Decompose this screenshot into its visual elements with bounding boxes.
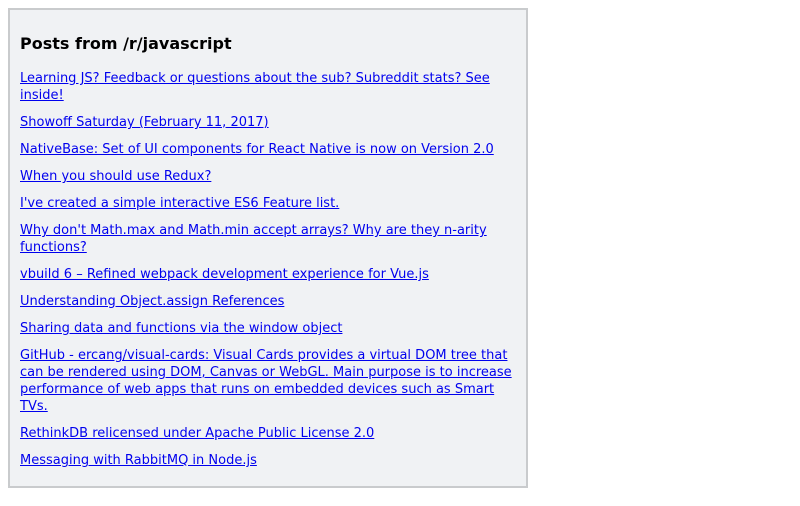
post-link[interactable]: Learning JS? Feedback or questions about…: [20, 71, 490, 103]
list-item: Understanding Object.assign References: [20, 293, 516, 310]
post-link[interactable]: GitHub - ercang/visual-cards: Visual Car…: [20, 348, 512, 414]
list-item: NativeBase: Set of UI components for Rea…: [20, 141, 516, 158]
post-link[interactable]: Showoff Saturday (February 11, 2017): [20, 115, 269, 130]
list-item: When you should use Redux?: [20, 168, 516, 185]
list-item: RethinkDB relicensed under Apache Public…: [20, 425, 516, 442]
list-item: Learning JS? Feedback or questions about…: [20, 70, 516, 104]
post-link[interactable]: Understanding Object.assign References: [20, 294, 284, 309]
post-link[interactable]: When you should use Redux?: [20, 169, 211, 184]
post-link[interactable]: Sharing data and functions via the windo…: [20, 321, 342, 336]
list-item: GitHub - ercang/visual-cards: Visual Car…: [20, 347, 516, 415]
post-list: Learning JS? Feedback or questions about…: [20, 70, 516, 469]
post-link[interactable]: NativeBase: Set of UI components for Rea…: [20, 142, 494, 157]
post-link[interactable]: Messaging with RabbitMQ in Node.js: [20, 453, 257, 468]
list-item: I've created a simple interactive ES6 Fe…: [20, 195, 516, 212]
panel-title: Posts from /r/javascript: [20, 34, 232, 53]
list-item: vbuild 6 – Refined webpack development e…: [20, 266, 516, 283]
post-link[interactable]: I've created a simple interactive ES6 Fe…: [20, 196, 339, 211]
list-item: Messaging with RabbitMQ in Node.js: [20, 452, 516, 469]
post-link[interactable]: Why don't Math.max and Math.min accept a…: [20, 223, 487, 255]
post-link[interactable]: vbuild 6 – Refined webpack development e…: [20, 267, 429, 282]
list-item: Why don't Math.max and Math.min accept a…: [20, 222, 516, 256]
posts-panel: Posts from /r/javascript Learning JS? Fe…: [8, 8, 528, 488]
list-item: Sharing data and functions via the windo…: [20, 320, 516, 337]
post-link[interactable]: RethinkDB relicensed under Apache Public…: [20, 426, 374, 441]
list-item: Showoff Saturday (February 11, 2017): [20, 114, 516, 131]
